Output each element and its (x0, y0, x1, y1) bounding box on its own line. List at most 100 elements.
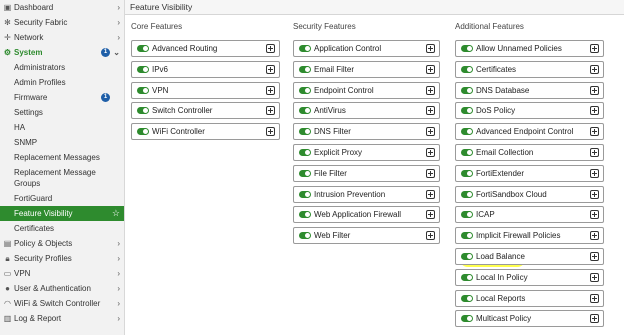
feature-label: Implicit Firewall Policies (476, 231, 561, 241)
sidebar-item-firmware[interactable]: Firmware 1 (0, 90, 124, 105)
sidebar-item-wifi-switch-controller[interactable]: ◠ WiFi & Switch Controller › (0, 296, 124, 311)
sidebar-item-fortiguard[interactable]: FortiGuard (0, 191, 124, 206)
expand-plus-icon[interactable] (590, 189, 599, 199)
chevron-down-icon: ⌄ (113, 48, 120, 57)
notification-badge: 1 (101, 48, 110, 57)
feature-toggle[interactable] (461, 128, 473, 136)
expand-plus-icon[interactable] (590, 293, 599, 303)
feature-row: DNS Filter (293, 123, 440, 141)
feature-toggle[interactable] (461, 190, 473, 198)
sidebar-item-replacement-messages[interactable]: Replacement Messages (0, 150, 124, 165)
sidebar-item-settings[interactable]: Settings (0, 105, 124, 120)
page-title: Feature Visibility (125, 0, 624, 15)
feature-toggle[interactable] (461, 149, 473, 156)
chevron-right-icon: › (117, 33, 120, 42)
expand-plus-icon[interactable] (426, 106, 435, 116)
expand-plus-icon[interactable] (266, 127, 275, 137)
sidebar-item-admin-profiles[interactable]: Admin Profiles (0, 75, 124, 90)
sidebar-item-feature-visibility[interactable]: Feature Visibility ☆ (0, 206, 124, 221)
expand-plus-icon[interactable] (426, 168, 435, 178)
feature-toggle[interactable] (299, 128, 311, 136)
sidebar-item-network[interactable]: ✛ Network › (0, 30, 124, 45)
feature-toggle[interactable] (299, 211, 311, 219)
expand-plus-icon[interactable] (590, 252, 599, 261)
feature-row: Local In Policy (455, 268, 604, 286)
expand-plus-icon[interactable] (590, 106, 599, 116)
sidebar-item-administrators[interactable]: Administrators (0, 60, 124, 75)
feature-toggle[interactable] (299, 232, 311, 240)
expand-plus-icon[interactable] (426, 85, 435, 95)
sidebar-item-user-authentication[interactable]: ● User & Authentication › (0, 281, 124, 296)
feature-toggle[interactable] (461, 232, 473, 240)
feature-toggle[interactable] (137, 107, 149, 115)
column-title: Additional Features (455, 22, 524, 31)
feature-toggle[interactable] (137, 45, 149, 52)
expand-plus-icon[interactable] (590, 210, 599, 220)
feature-row: Allow Unnamed Policies (455, 40, 604, 57)
expand-plus-icon[interactable] (590, 44, 599, 53)
feature-row: DoS Policy (455, 102, 604, 120)
sidebar-item-security-profiles[interactable]: 🔒︎ Security Profiles › (0, 251, 124, 266)
feature-toggle[interactable] (299, 169, 311, 177)
feature-row: AntiVirus (293, 102, 440, 120)
expand-plus-icon[interactable] (590, 231, 599, 241)
expand-plus-icon[interactable] (426, 231, 435, 241)
expand-plus-icon[interactable] (426, 210, 435, 220)
feature-toggle[interactable] (461, 107, 473, 115)
expand-plus-icon[interactable] (426, 189, 435, 199)
feature-toggle[interactable] (461, 273, 473, 281)
expand-plus-icon[interactable] (426, 44, 435, 53)
feature-toggle[interactable] (461, 294, 473, 302)
feature-toggle[interactable] (299, 65, 311, 73)
sidebar-item-policy-objects[interactable]: ▤ Policy & Objects › (0, 236, 124, 251)
feature-toggle[interactable] (299, 149, 311, 156)
feature-label: Load Balance (476, 252, 525, 261)
expand-plus-icon[interactable] (590, 272, 599, 282)
feature-toggle[interactable] (299, 190, 311, 198)
expand-plus-icon[interactable] (590, 148, 599, 157)
expand-plus-icon[interactable] (266, 64, 275, 74)
favorite-star-icon[interactable]: ☆ (112, 206, 120, 221)
feature-toggle[interactable] (137, 128, 149, 136)
expand-plus-icon[interactable] (590, 127, 599, 137)
sidebar-item-certificates[interactable]: Certificates (0, 221, 124, 236)
feature-row: Local Reports (455, 289, 604, 307)
sidebar-item-log-report[interactable]: ▥ Log & Report › (0, 311, 124, 326)
feature-toggle[interactable] (299, 86, 311, 94)
expand-plus-icon[interactable] (590, 168, 599, 178)
feature-label: Explicit Proxy (314, 148, 363, 157)
feature-toggle[interactable] (461, 45, 473, 52)
expand-plus-icon[interactable] (426, 64, 435, 74)
feature-toggle[interactable] (299, 107, 311, 115)
feature-toggle[interactable] (461, 211, 473, 219)
expand-plus-icon[interactable] (266, 106, 275, 116)
feature-toggle[interactable] (461, 169, 473, 177)
feature-label: Email Filter (314, 64, 355, 74)
sidebar-item-security-fabric[interactable]: ✻ Security Fabric › (0, 15, 124, 30)
feature-toggle[interactable] (137, 65, 149, 73)
feature-row: WiFi Controller (131, 123, 280, 141)
feature-toggle[interactable] (461, 86, 473, 94)
expand-plus-icon[interactable] (590, 85, 599, 95)
expand-plus-icon[interactable] (266, 85, 275, 95)
sidebar-item-snmp[interactable]: SNMP (0, 135, 124, 150)
sidebar-item-replacement-message-groups[interactable]: Replacement Message Groups (0, 165, 124, 191)
sidebar-item-ha[interactable]: HA (0, 120, 124, 135)
chevron-right-icon: › (117, 269, 120, 278)
feature-label: IPv6 (152, 64, 169, 74)
expand-plus-icon[interactable] (590, 314, 599, 324)
feature-label: DNS Filter (314, 127, 351, 137)
feature-toggle[interactable] (461, 315, 473, 323)
sidebar-item-dashboard[interactable]: ▣ Dashboard › (0, 0, 124, 15)
sidebar-item-vpn[interactable]: ▭ VPN › (0, 266, 124, 281)
sidebar-item-system[interactable]: ⚙ System 1 ⌄ (0, 45, 124, 60)
feature-toggle[interactable] (461, 65, 473, 73)
expand-plus-icon[interactable] (426, 148, 435, 157)
feature-toggle[interactable] (299, 45, 311, 52)
expand-plus-icon[interactable] (426, 127, 435, 137)
monitor-icon: ▭ (3, 269, 12, 278)
expand-plus-icon[interactable] (590, 64, 599, 74)
feature-toggle[interactable] (137, 86, 149, 94)
feature-toggle[interactable] (461, 253, 473, 260)
expand-plus-icon[interactable] (266, 44, 275, 53)
